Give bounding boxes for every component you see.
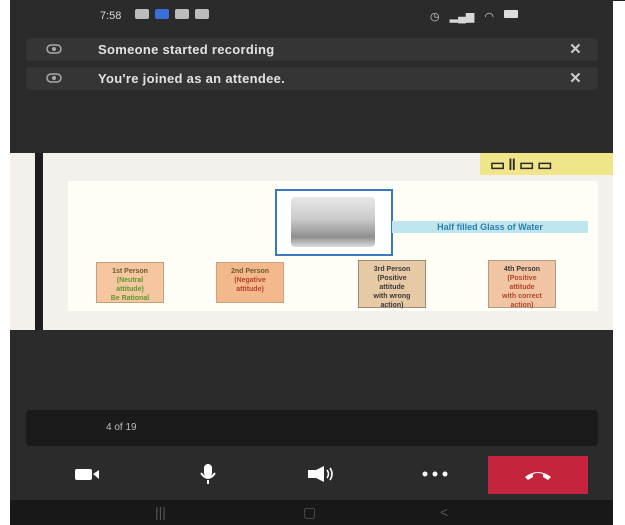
person-box-4: 4th Person (Positive attitude with corre… <box>488 260 556 309</box>
glass-of-water-picture <box>291 197 375 247</box>
logo-mark: ▭‖▭▭ <box>490 157 556 174</box>
microphone-icon <box>200 464 216 484</box>
person-line: action) <box>380 302 404 309</box>
android-nav-bar: ||| ▢ < <box>10 500 613 525</box>
person-box-2: 2nd Person (Negative attitude) <box>216 262 284 303</box>
app-notification-icon <box>135 9 149 19</box>
status-notification-icons <box>135 9 209 19</box>
slide-margin <box>10 153 35 330</box>
notification-attendee[interactable]: You're joined as an attendee. ✕ <box>26 67 598 90</box>
teams-notification-icon <box>155 9 169 19</box>
person-line: attitude) <box>116 286 144 293</box>
camera-icon <box>75 469 99 480</box>
recording-icon <box>46 44 62 54</box>
person-box-3: 3rd Person (Positive attitude with wrong… <box>358 260 426 309</box>
meeting-screen: 7:58 ◷ ▂▄▆ ◠ Someone started recording ✕… <box>10 0 613 525</box>
more-options-button[interactable] <box>380 451 490 497</box>
notification-text: You're joined as an attendee. <box>98 71 286 86</box>
person-line: (Positive <box>377 275 407 282</box>
person-line: with correct <box>502 293 542 300</box>
close-icon[interactable]: ✕ <box>569 40 582 58</box>
recent-apps-icon[interactable]: ||| <box>155 504 166 520</box>
status-time: 7:58 <box>100 10 122 22</box>
speaker-button[interactable] <box>266 451 376 497</box>
logo: ▭‖▭▭ <box>480 153 613 175</box>
camera-button[interactable] <box>32 451 142 497</box>
person-box-1: 1st Person (Neutral attitude) Be Rationa… <box>96 262 164 303</box>
person-line: with wrong <box>373 293 411 300</box>
person-title: 2nd Person <box>230 268 270 275</box>
status-bar: 7:58 ◷ ▂▄▆ ◠ <box>10 0 613 32</box>
person-line: (Positive <box>507 275 537 282</box>
person-title: 1st Person <box>112 268 148 275</box>
message-notification-icon <box>195 9 209 19</box>
end-call-icon <box>525 472 551 480</box>
slide-counter: 4 of 19 <box>106 422 137 433</box>
glass-caption: Half filled Glass of Water <box>392 221 588 233</box>
battery-icon <box>503 10 518 18</box>
slide-counter-bar[interactable]: 4 of 19 <box>26 410 598 446</box>
close-icon[interactable]: ✕ <box>569 69 582 87</box>
person-line: attitude) <box>236 286 264 293</box>
alarm-icon: ◷ <box>430 11 440 23</box>
status-system-icons: ◷ ▂▄▆ ◠ <box>430 10 518 23</box>
signal-icon: ▂▄▆ <box>449 11 475 23</box>
more-icon <box>422 471 448 477</box>
end-call-button[interactable] <box>488 456 588 494</box>
notification-text: Someone started recording <box>98 42 275 57</box>
speaker-icon <box>308 466 333 482</box>
shared-slide[interactable]: ▭‖▭▭ Half filled Glass of Water 1st Pers… <box>10 153 613 330</box>
person-line: (Neutral <box>116 277 144 284</box>
person-title: 4th Person <box>503 266 541 273</box>
mail-notification-icon <box>175 9 189 19</box>
info-icon <box>46 73 62 83</box>
person-line: attitude <box>509 284 535 291</box>
notification-recording[interactable]: Someone started recording ✕ <box>26 38 598 61</box>
slide-divider <box>35 153 43 330</box>
glass-image <box>275 189 393 256</box>
back-icon[interactable]: < <box>440 504 448 520</box>
person-line: action) <box>510 302 534 309</box>
person-title: 3rd Person <box>373 266 411 273</box>
home-icon[interactable]: ▢ <box>303 504 316 521</box>
mute-button[interactable] <box>153 451 263 497</box>
wifi-icon: ◠ <box>484 11 494 23</box>
person-line: attitude <box>379 284 405 291</box>
person-line: (Negative <box>234 277 266 284</box>
person-line: Be Rational <box>110 295 150 302</box>
